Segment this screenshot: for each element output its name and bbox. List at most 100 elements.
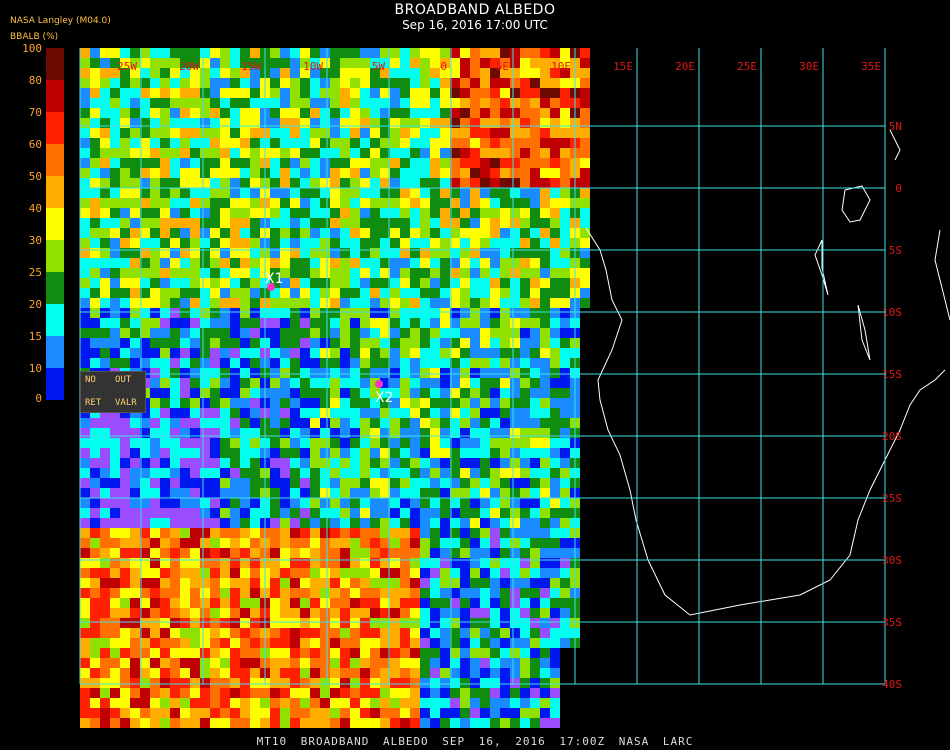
imagery-pixel <box>470 398 480 408</box>
imagery-pixel <box>100 108 110 118</box>
imagery-pixel <box>150 178 160 188</box>
imagery-pixel <box>210 358 220 368</box>
imagery-pixel <box>390 198 400 208</box>
imagery-pixel <box>300 88 310 98</box>
imagery-pixel <box>80 218 90 228</box>
imagery-pixel <box>300 498 310 508</box>
imagery-pixel <box>130 278 140 288</box>
imagery-pixel <box>400 628 410 638</box>
imagery-pixel <box>430 138 440 148</box>
imagery-pixel <box>460 368 470 378</box>
imagery-pixel <box>130 638 140 648</box>
imagery-pixel <box>200 618 210 628</box>
imagery-pixel <box>410 698 420 708</box>
imagery-pixel <box>550 498 560 508</box>
imagery-pixel <box>440 438 450 448</box>
imagery-pixel <box>230 468 240 478</box>
imagery-pixel <box>300 48 310 58</box>
imagery-pixel <box>420 68 430 78</box>
imagery-pixel <box>520 138 530 148</box>
imagery-pixel <box>320 378 330 388</box>
imagery-pixel <box>240 178 250 188</box>
imagery-pixel <box>390 208 400 218</box>
imagery-pixel <box>500 48 510 58</box>
imagery-pixel <box>200 528 210 538</box>
imagery-pixel <box>330 708 340 718</box>
imagery-pixel <box>110 208 120 218</box>
imagery-pixel <box>400 688 410 698</box>
imagery-pixel <box>360 418 370 428</box>
imagery-pixel <box>520 468 530 478</box>
imagery-pixel <box>260 708 270 718</box>
imagery-pixel <box>530 638 540 648</box>
imagery-pixel <box>130 718 140 728</box>
imagery-pixel <box>350 698 360 708</box>
imagery-pixel <box>400 408 410 418</box>
imagery-pixel <box>270 148 280 158</box>
imagery-pixel <box>220 498 230 508</box>
imagery-pixel <box>240 258 250 268</box>
imagery-pixel <box>560 488 570 498</box>
imagery-pixel <box>310 568 320 578</box>
imagery-pixel <box>550 368 560 378</box>
imagery-pixel <box>420 178 430 188</box>
imagery-pixel <box>210 108 220 118</box>
imagery-pixel <box>550 648 560 658</box>
imagery-pixel <box>90 278 100 288</box>
imagery-pixel <box>550 338 560 348</box>
imagery-pixel <box>270 618 280 628</box>
longitude-label: 25W <box>117 60 137 73</box>
imagery-pixel <box>550 208 560 218</box>
imagery-pixel <box>430 148 440 158</box>
imagery-pixel <box>130 318 140 328</box>
imagery-pixel <box>490 618 500 628</box>
imagery-pixel <box>240 198 250 208</box>
imagery-pixel <box>400 298 410 308</box>
imagery-pixel <box>190 688 200 698</box>
imagery-pixel <box>110 678 120 688</box>
imagery-pixel <box>220 418 230 428</box>
imagery-pixel <box>150 528 160 538</box>
imagery-pixel <box>430 358 440 368</box>
imagery-pixel <box>340 398 350 408</box>
imagery-pixel <box>440 448 450 458</box>
imagery-pixel <box>550 288 560 298</box>
imagery-pixel <box>280 578 290 588</box>
imagery-pixel <box>150 328 160 338</box>
imagery-pixel <box>430 58 440 68</box>
imagery-pixel <box>80 318 90 328</box>
imagery-pixel <box>290 678 300 688</box>
imagery-pixel <box>220 378 230 388</box>
imagery-pixel <box>90 508 100 518</box>
imagery-pixel <box>150 418 160 428</box>
imagery-pixel <box>200 448 210 458</box>
imagery-pixel <box>350 108 360 118</box>
imagery-pixel <box>500 188 510 198</box>
imagery-pixel <box>290 448 300 458</box>
imagery-pixel <box>310 698 320 708</box>
imagery-pixel <box>520 478 530 488</box>
imagery-pixel <box>200 318 210 328</box>
imagery-pixel <box>580 298 590 308</box>
imagery-pixel <box>180 528 190 538</box>
imagery-pixel <box>490 538 500 548</box>
imagery-pixel <box>480 238 490 248</box>
imagery-pixel <box>230 78 240 88</box>
imagery-pixel <box>370 218 380 228</box>
imagery-pixel <box>410 628 420 638</box>
imagery-pixel <box>230 208 240 218</box>
imagery-pixel <box>520 648 530 658</box>
imagery-pixel <box>470 688 480 698</box>
imagery-pixel <box>210 168 220 178</box>
imagery-pixel <box>540 708 550 718</box>
imagery-pixel <box>200 358 210 368</box>
imagery-pixel <box>170 598 180 608</box>
imagery-pixel <box>350 228 360 238</box>
imagery-pixel <box>190 608 200 618</box>
imagery-pixel <box>120 628 130 638</box>
imagery-pixel <box>430 508 440 518</box>
imagery-pixel <box>520 178 530 188</box>
imagery-pixel <box>110 298 120 308</box>
imagery-pixel <box>210 618 220 628</box>
imagery-pixel <box>80 228 90 238</box>
